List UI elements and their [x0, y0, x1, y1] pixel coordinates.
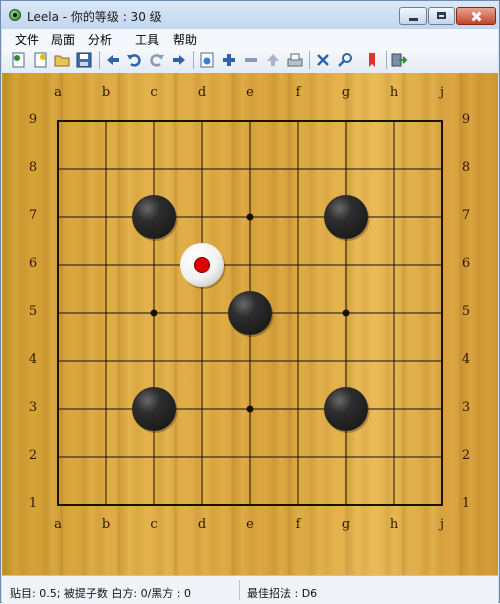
row-label-left: 3: [28, 400, 38, 415]
status-best-move: 最佳招法 : D6: [247, 587, 318, 600]
black-stone: [132, 195, 176, 239]
column-label-bottom: g: [341, 517, 351, 532]
row-label-left: 5: [28, 304, 38, 319]
column-label-bottom: a: [54, 517, 62, 532]
column-label-bottom: d: [197, 517, 207, 532]
column-label-bottom: e: [246, 517, 254, 532]
star-point: [246, 213, 254, 221]
toolbar-separator: [193, 51, 194, 69]
back-icon[interactable]: [105, 52, 121, 68]
toolbar-separator: [386, 51, 387, 69]
column-label-bottom: j: [439, 517, 445, 532]
column-label-top: j: [439, 85, 445, 100]
row-label-right: 5: [461, 304, 471, 319]
row-label-left: 9: [28, 112, 38, 127]
title-bar: Leela - 你的等级 : 30 级: [1, 1, 499, 29]
black-stone: [132, 387, 176, 431]
minimize-button[interactable]: [399, 7, 427, 25]
new-game-icon[interactable]: [11, 52, 27, 68]
column-label-top: e: [246, 85, 254, 100]
menu-bar: 文件 局面 分析 工具 帮助: [2, 29, 498, 47]
row-label-left: 2: [28, 448, 38, 463]
column-label-bottom: b: [101, 517, 111, 532]
board-grid[interactable]: [2, 73, 498, 575]
menu-position[interactable]: 局面: [51, 31, 75, 48]
row-label-right: 1: [461, 496, 471, 511]
row-label-right: 2: [461, 448, 471, 463]
star-point: [342, 309, 350, 317]
close-button[interactable]: [456, 7, 496, 25]
column-label-bottom: f: [295, 517, 301, 532]
exit-icon[interactable]: [391, 52, 407, 68]
last-move-marker: [194, 257, 210, 273]
new-position-icon[interactable]: [33, 52, 49, 68]
column-label-top: h: [389, 85, 399, 100]
row-label-right: 6: [461, 256, 471, 271]
maximize-button[interactable]: [428, 7, 455, 25]
app-window: Leela - 你的等级 : 30 级 文件 局面 分析 工具 帮助 a a b…: [0, 0, 500, 604]
row-label-left: 7: [28, 208, 38, 223]
menu-tools[interactable]: 工具: [135, 31, 159, 48]
column-label-bottom: c: [150, 517, 158, 532]
settings-icon[interactable]: [199, 52, 215, 68]
row-label-left: 6: [28, 256, 38, 271]
row-label-right: 4: [461, 352, 471, 367]
status-bar: 贴目: 0.5; 被提子数 白方: 0/黑方 : 0 最佳招法 : D6: [2, 575, 498, 604]
row-label-right: 9: [461, 112, 471, 127]
bookmark-icon[interactable]: [364, 52, 380, 68]
column-label-bottom: h: [389, 517, 399, 532]
zoom-out-icon[interactable]: [243, 52, 259, 68]
toolbar-separator: [309, 51, 310, 69]
menu-file[interactable]: 文件: [15, 31, 39, 48]
undo-icon[interactable]: [126, 52, 142, 68]
toolbar-separator: [99, 51, 100, 69]
column-label-top: c: [150, 85, 158, 100]
row-label-left: 1: [28, 496, 38, 511]
status-komi-captures: 贴目: 0.5; 被提子数 白方: 0/黑方 : 0: [10, 587, 191, 600]
star-point: [150, 309, 158, 317]
forward-icon[interactable]: [171, 52, 187, 68]
menu-help[interactable]: 帮助: [173, 31, 197, 48]
analyze-icon[interactable]: [315, 52, 331, 68]
redo-icon[interactable]: [149, 52, 165, 68]
row-label-right: 7: [461, 208, 471, 223]
print-icon[interactable]: [287, 52, 303, 68]
toolbar: [2, 47, 498, 74]
column-label-top: b: [101, 85, 111, 100]
row-label-right: 8: [461, 160, 471, 175]
up-icon[interactable]: [265, 52, 281, 68]
search-icon[interactable]: [337, 52, 353, 68]
window-title: Leela - 你的等级 : 30 级: [27, 10, 162, 24]
go-board[interactable]: a a b b c c d d e e f f g g h h j j 9 9 8 8 7 7 6 6 5 5 4 4 3 3 2 2 1 1: [2, 73, 498, 575]
row-label-right: 3: [461, 400, 471, 415]
open-icon[interactable]: [54, 52, 70, 68]
column-label-top: a: [54, 85, 62, 100]
leela-app-icon: [9, 9, 21, 21]
row-label-left: 4: [28, 352, 38, 367]
column-label-top: d: [197, 85, 207, 100]
star-point: [246, 405, 254, 413]
row-label-left: 8: [28, 160, 38, 175]
column-label-top: f: [295, 85, 301, 100]
black-stone: [228, 291, 272, 335]
black-stone: [324, 387, 368, 431]
zoom-in-icon[interactable]: [221, 52, 237, 68]
menu-analysis[interactable]: 分析: [88, 31, 112, 48]
black-stone: [324, 195, 368, 239]
column-label-top: g: [341, 85, 351, 100]
save-icon[interactable]: [76, 52, 92, 68]
status-separator: [239, 580, 240, 600]
